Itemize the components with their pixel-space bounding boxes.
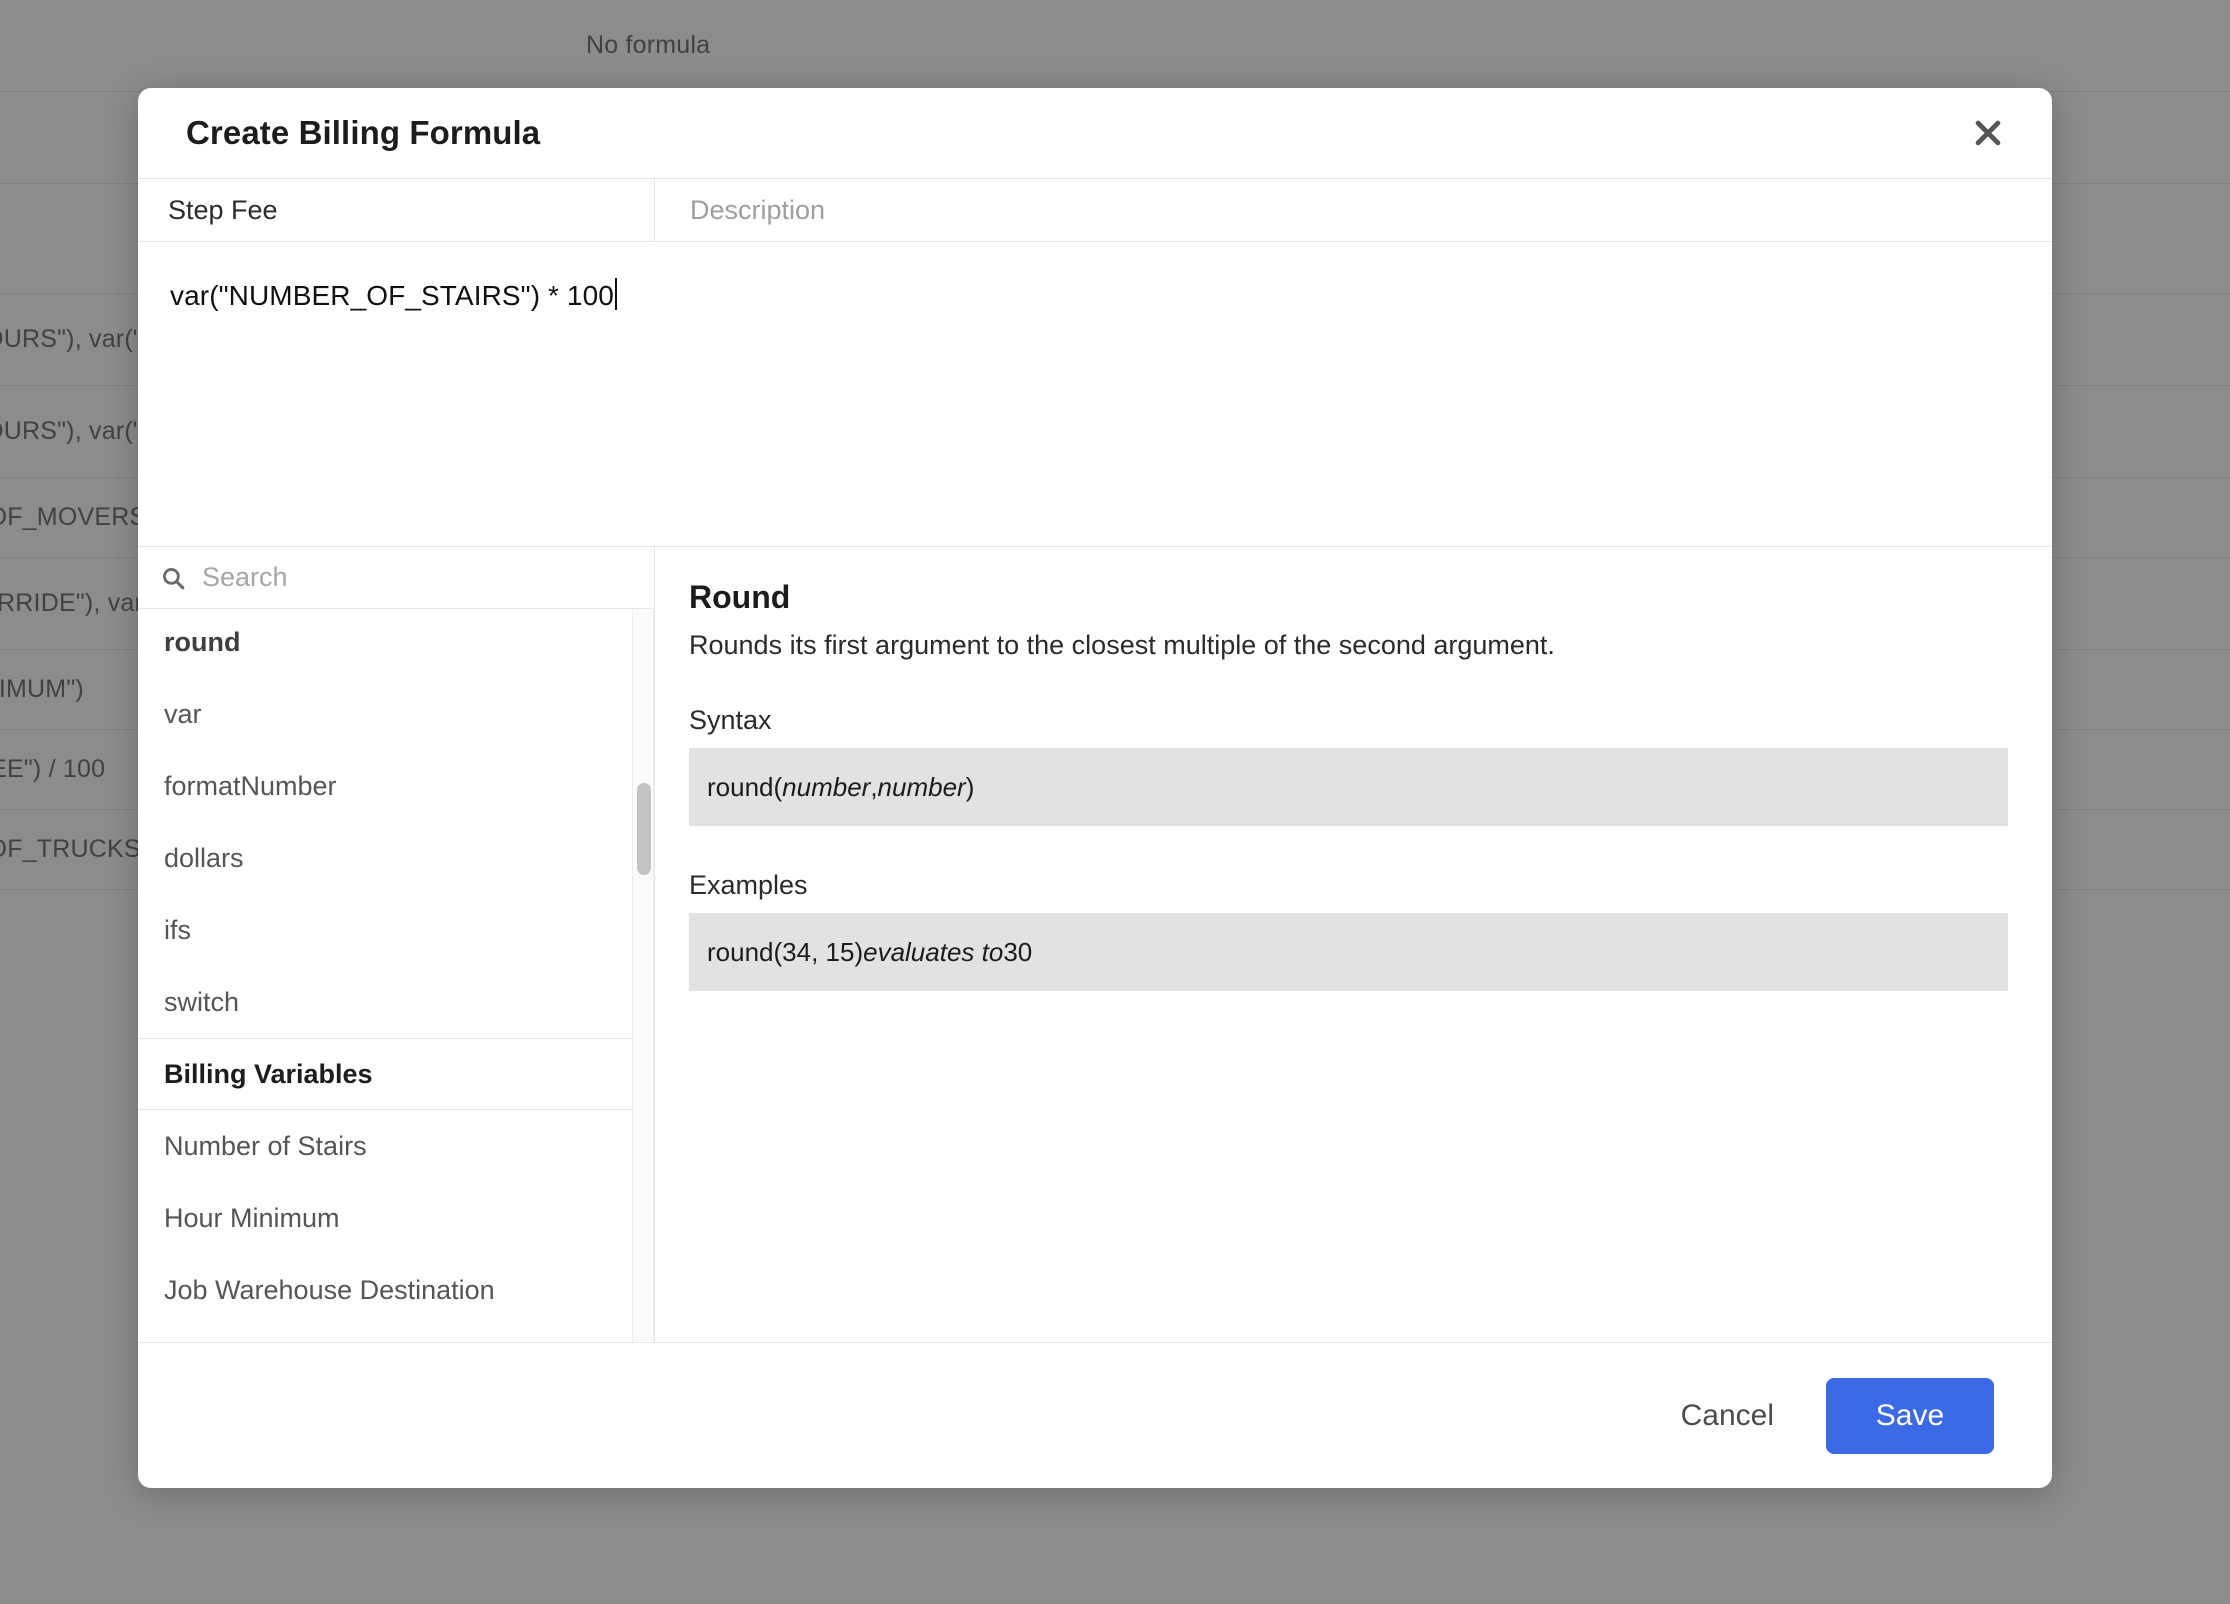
search-icon: [160, 565, 186, 591]
close-icon-glyph: [1975, 120, 2001, 146]
dialog-header: Create Billing Formula: [138, 88, 2052, 178]
search-bar: [138, 547, 654, 609]
formula-description-input[interactable]: [690, 194, 2052, 226]
function-picker-column: round var formatNumber dollars ifs: [138, 547, 655, 1342]
text-caret: [614, 278, 617, 310]
example-call: round(34, 15): [707, 936, 864, 967]
list-item-formatnumber[interactable]: formatNumber: [138, 750, 632, 822]
close-icon[interactable]: [1960, 105, 2016, 161]
list-item-label: Hour Minimum: [164, 1202, 340, 1233]
syntax-heading: Syntax: [689, 705, 772, 735]
list-item-var[interactable]: var: [138, 678, 632, 750]
list-item-number-of-stairs[interactable]: Number of Stairs: [138, 1110, 632, 1182]
function-list: round var formatNumber dollars ifs switc…: [138, 609, 632, 1339]
list-item-switch[interactable]: switch: [138, 966, 632, 1038]
save-button[interactable]: Save: [1826, 1377, 1994, 1454]
function-list-scrollbar[interactable]: [632, 609, 654, 1342]
example-verb: evaluates to: [863, 936, 1004, 967]
list-section-label: Billing Variables: [164, 1058, 373, 1089]
detail-description: Rounds its first argument to the closest…: [689, 630, 1555, 660]
list-item-label: var: [164, 698, 202, 729]
list-item-job-warehouse-destination[interactable]: Job Warehouse Destination: [138, 1254, 632, 1326]
detail-title: Round: [689, 579, 791, 615]
list-item-label: Number of Stairs: [164, 1130, 367, 1161]
list-item-label: ifs: [164, 914, 191, 945]
reference-panel: round var formatNumber dollars ifs: [138, 547, 2052, 1343]
formula-editor[interactable]: var("NUMBER_OF_STAIRS") * 100: [138, 242, 2052, 547]
list-item-label: Job Warehouse Destination: [164, 1274, 495, 1305]
list-item-label: formatNumber: [164, 770, 337, 801]
function-details-column: Round Rounds its first argument to the c…: [655, 547, 2052, 1342]
syntax-separator: ,: [870, 771, 878, 802]
formula-expression: var("NUMBER_OF_STAIRS") * 100: [170, 280, 614, 311]
function-list-wrap: round var formatNumber dollars ifs switc…: [138, 609, 654, 1342]
list-item-label: dollars: [164, 842, 244, 873]
syntax-prefix: round(: [707, 771, 783, 802]
dialog-footer: Cancel Save: [138, 1343, 2052, 1488]
create-billing-formula-dialog: Create Billing Formula var("NUMBER_OF_ST…: [138, 88, 2052, 1488]
examples-heading: Examples: [689, 870, 808, 900]
example-result: 30: [1003, 936, 1033, 967]
search-input[interactable]: [202, 562, 562, 593]
cancel-button[interactable]: Cancel: [1675, 1389, 1780, 1443]
formula-meta-row: [138, 178, 2052, 242]
syntax-arg2: number: [877, 771, 966, 802]
scrollbar-thumb[interactable]: [637, 783, 651, 875]
syntax-code-block: round(number, number): [689, 748, 2008, 826]
formula-description-cell: [655, 179, 2052, 241]
search-icon-glyph: [163, 567, 185, 589]
list-item-round[interactable]: round: [138, 609, 632, 678]
list-item-label: switch: [164, 986, 240, 1017]
list-item-dollars[interactable]: dollars: [138, 822, 632, 894]
syntax-suffix: ): [965, 771, 975, 802]
formula-name-cell: [138, 179, 655, 241]
list-item-label: round: [164, 626, 241, 657]
formula-name-input[interactable]: [168, 194, 654, 226]
syntax-arg1: number: [782, 771, 871, 802]
list-item-hour-minimum[interactable]: Hour Minimum: [138, 1182, 632, 1254]
list-item-ifs[interactable]: ifs: [138, 894, 632, 966]
example-code-block: round(34, 15) evaluates to 30: [689, 913, 2008, 991]
dialog-title: Create Billing Formula: [186, 114, 541, 151]
list-section-billing-variables: Billing Variables: [138, 1038, 632, 1110]
